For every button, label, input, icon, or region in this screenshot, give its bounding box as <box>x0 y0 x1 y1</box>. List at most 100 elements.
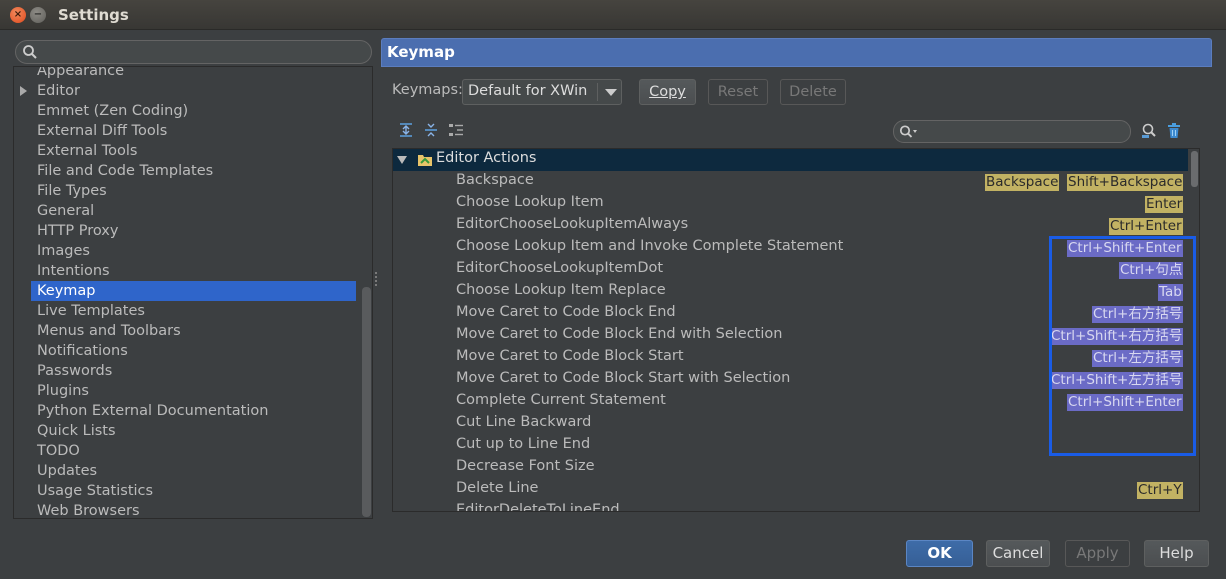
tree-item[interactable]: Web Browsers <box>14 501 360 519</box>
tree-item-label: Menus and Toolbars <box>37 323 181 339</box>
action-name: Backspace <box>456 172 534 188</box>
shortcut-badge: Backspace <box>985 174 1060 191</box>
chevron-down-icon[interactable] <box>397 156 407 164</box>
trash-icon[interactable] <box>1165 122 1183 140</box>
tree-item-label: Editor <box>37 83 80 99</box>
action-name: Move Caret to Code Block Start with Sele… <box>456 370 791 386</box>
search-icon <box>899 124 919 144</box>
minimize-icon[interactable]: − <box>30 7 46 23</box>
settings-search-input[interactable] <box>42 43 362 61</box>
tree-item-label: Emmet (Zen Coding) <box>37 103 189 119</box>
search-icon <box>22 44 38 64</box>
group-row[interactable]: Editor Actions <box>393 149 1188 171</box>
tree-item-label: Appearance <box>37 66 125 79</box>
tree-item[interactable]: Live Templates <box>14 301 360 321</box>
shortcut-badge: Ctrl+Enter <box>1109 218 1183 235</box>
tree-item[interactable]: Passwords <box>14 361 360 381</box>
action-name: Choose Lookup Item <box>456 194 604 210</box>
find-by-shortcut-icon[interactable] <box>1140 122 1158 140</box>
tree-item[interactable]: Editor <box>14 81 360 101</box>
tree-item-label: Plugins <box>37 383 89 399</box>
page-header: Keymap <box>381 38 1212 67</box>
tree-scrollbar-thumb[interactable] <box>362 287 371 517</box>
copy-button[interactable]: Copy <box>639 79 696 105</box>
action-name: Choose Lookup Item Replace <box>456 282 666 298</box>
action-name: Move Caret to Code Block End with Select… <box>456 326 783 342</box>
settings-tree: Web Browsers Usage Statistics Updates TODO Q… <box>13 66 373 519</box>
tree-item-label: Keymap <box>37 283 96 299</box>
action-name: EditorDeleteToLineEnd <box>456 502 620 512</box>
tree-item[interactable]: File Types <box>14 181 360 201</box>
cancel-button[interactable]: Cancel <box>986 540 1050 567</box>
shortcut-badge: Ctrl+Y <box>1137 482 1183 499</box>
chevron-right-icon[interactable] <box>20 86 27 96</box>
tree-item[interactable]: Appearance <box>14 66 360 81</box>
tree-item-label: Live Templates <box>37 303 145 319</box>
folder-icon <box>417 153 433 171</box>
keymap-select-value: Default for XWin <box>468 83 588 99</box>
action-filter-input[interactable] <box>920 123 1120 140</box>
tree-item-label: Python External Documentation <box>37 403 269 419</box>
keymap-select[interactable]: Default for XWin <box>462 79 622 105</box>
tree-item-label: External Diff Tools <box>37 123 168 139</box>
close-icon[interactable]: × <box>10 7 26 23</box>
tree-item[interactable]: External Tools <box>14 141 360 161</box>
tree-item[interactable]: Python External Documentation <box>14 401 360 421</box>
collapse-all-icon[interactable] <box>422 121 440 139</box>
tree-item[interactable]: TODO <box>14 441 360 461</box>
action-row[interactable]: EditorChooseLookupItemAlways Ctrl+Enter <box>393 215 1188 237</box>
list-scrollbar-thumb[interactable] <box>1191 151 1198 187</box>
apply-button[interactable]: Apply <box>1065 540 1130 567</box>
action-name: EditorChooseLookupItemAlways <box>456 216 689 232</box>
tree-item[interactable]: Notifications <box>14 341 360 361</box>
tree-item[interactable]: Keymap <box>31 281 356 301</box>
action-name: Complete Current Statement <box>456 392 666 408</box>
tree-item[interactable]: HTTP Proxy <box>14 221 360 241</box>
action-filter[interactable] <box>893 120 1131 143</box>
tree-item-label: HTTP Proxy <box>37 223 119 239</box>
tree-item[interactable]: Images <box>14 241 360 261</box>
highlight-box <box>1049 236 1196 456</box>
tree-item-label: Images <box>37 243 90 259</box>
expand-all-icon[interactable] <box>397 121 415 139</box>
action-row[interactable]: Choose Lookup Item Enter <box>393 193 1188 215</box>
window-title: Settings <box>58 6 129 24</box>
panel-splitter[interactable] <box>374 270 378 290</box>
action-row[interactable]: Backspace Backspace Shift+Backspace <box>393 171 1188 193</box>
help-button[interactable]: Help <box>1144 540 1209 567</box>
action-name: Delete Line <box>456 480 539 496</box>
shortcut-badge: Enter <box>1145 196 1184 213</box>
tree-item[interactable]: Usage Statistics <box>14 481 360 501</box>
tree-item[interactable]: Quick Lists <box>14 421 360 441</box>
ok-button[interactable]: OK <box>906 540 973 567</box>
tree-item[interactable]: Plugins <box>14 381 360 401</box>
delete-button[interactable]: Delete <box>780 79 846 105</box>
tree-item-label: File Types <box>37 183 107 199</box>
tree-item-label: Usage Statistics <box>37 483 154 499</box>
tree-item[interactable]: Emmet (Zen Coding) <box>14 101 360 121</box>
action-row[interactable]: EditorDeleteToLineEnd <box>393 501 1188 512</box>
action-name: Cut up to Line End <box>456 436 591 452</box>
tree-item-label: File and Code Templates <box>37 163 214 179</box>
tree-item[interactable]: General <box>14 201 360 221</box>
action-name: Choose Lookup Item and Invoke Complete S… <box>456 238 844 254</box>
chevron-down-icon[interactable] <box>605 89 617 96</box>
action-name: Cut Line Backward <box>456 414 592 430</box>
tree-item[interactable]: Intentions <box>14 261 360 281</box>
keymaps-label: Keymaps: <box>392 82 463 98</box>
tree-item-label: Quick Lists <box>37 423 116 439</box>
settings-search[interactable] <box>15 40 372 64</box>
tree-item[interactable]: File and Code Templates <box>14 161 360 181</box>
reset-button[interactable]: Reset <box>708 79 768 105</box>
action-row[interactable]: Decrease Font Size <box>393 457 1188 479</box>
tree-item-label: Web Browsers <box>37 503 140 519</box>
tree-item[interactable]: Menus and Toolbars <box>14 321 360 341</box>
tree-item[interactable]: External Diff Tools <box>14 121 360 141</box>
tree-item-label: TODO <box>37 443 80 459</box>
show-tree-icon[interactable] <box>447 121 465 139</box>
tree-item-label: External Tools <box>37 143 138 159</box>
tree-item-label: Notifications <box>37 343 128 359</box>
action-row[interactable]: Delete Line Ctrl+Y <box>393 479 1188 501</box>
shortcut-badge: Shift+Backspace <box>1067 174 1184 191</box>
tree-item[interactable]: Updates <box>14 461 360 481</box>
